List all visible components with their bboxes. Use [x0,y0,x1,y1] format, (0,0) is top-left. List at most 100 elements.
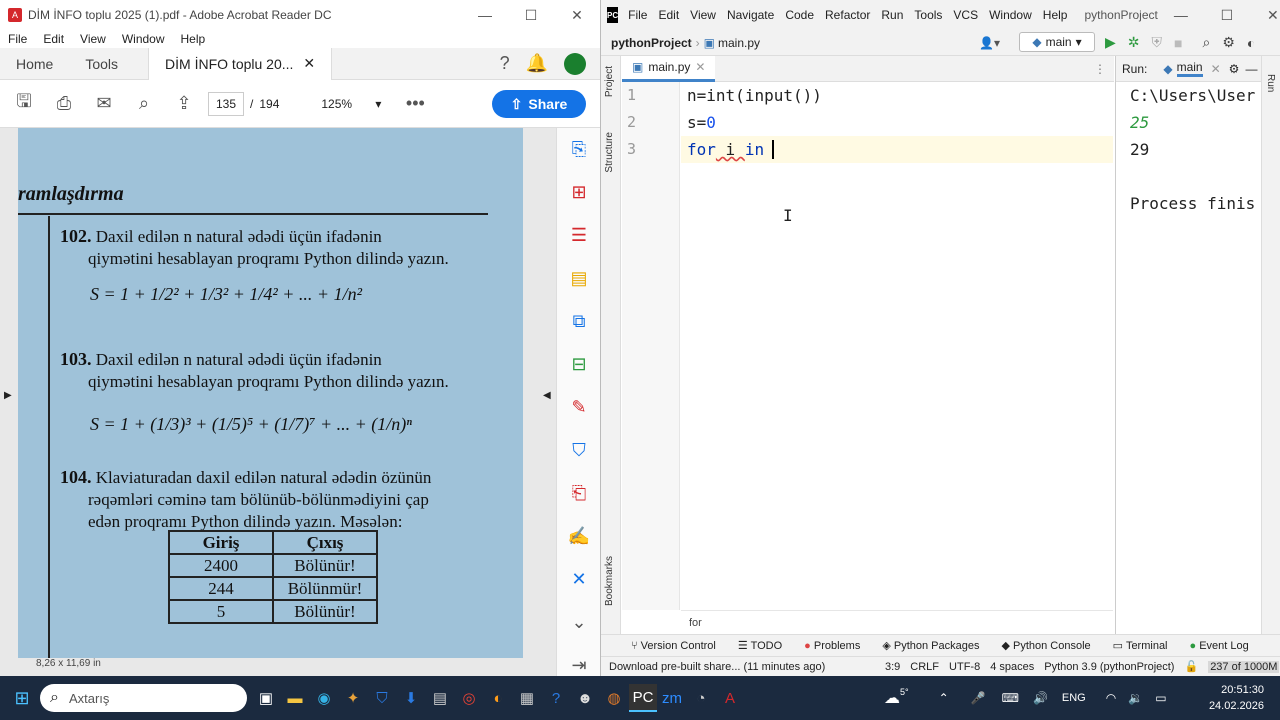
minimize-panel-icon[interactable]: — [1245,62,1257,76]
close-icon[interactable]: ✕ [1211,62,1221,76]
menu-view[interactable]: View [690,8,716,22]
comment-icon[interactable]: ▤ [557,257,601,300]
structure-tool-tab[interactable]: Structure [604,132,615,173]
run-config-select[interactable]: ◆ main ▾ [1019,32,1095,52]
menu-help[interactable]: Help [181,32,206,46]
more-icon[interactable]: ⋮ [1094,62,1106,76]
cursor-position[interactable]: 3:9 [885,661,900,673]
left-collapse-icon[interactable]: ▶ [4,390,12,401]
stop-icon[interactable]: ■ [1174,35,1182,51]
menu-view[interactable]: View [80,32,106,46]
zoom-icon[interactable]: zm [658,684,686,712]
chevron-down-icon[interactable]: ⌄ [557,601,601,644]
compress-icon[interactable]: ⊟ [557,343,601,386]
bookmarks-tool-tab[interactable]: Bookmarks [604,556,615,606]
status-message[interactable]: Download pre-built share... (11 minutes … [609,661,849,673]
windows-start-icon[interactable]: ⊞ [8,684,36,712]
edge-icon[interactable]: ◉ [310,684,338,712]
nav-file[interactable]: main.py [718,36,760,50]
tool-tab-event-log[interactable]: ● Event Log [1190,640,1249,652]
gear-icon[interactable]: ⚙ [1222,34,1235,51]
acrobat-task-icon[interactable]: A [716,684,744,712]
weather-temp[interactable]: 5° [900,687,909,697]
export-pdf-icon[interactable]: ⎘ [557,128,601,171]
firefox-icon[interactable]: ◐ [484,684,512,712]
download-icon[interactable]: ⬇ [397,684,425,712]
organize-pages-icon[interactable]: ☰ [557,214,601,257]
menu-help[interactable]: Help [1043,8,1068,22]
tool-tab-python-console[interactable]: ◆ Python Console [1001,639,1090,652]
page-number-input[interactable]: 135 [208,91,244,116]
menu-file[interactable]: File [628,8,647,22]
pycharm-task-icon[interactable]: PC [629,684,657,712]
create-pdf-icon[interactable]: ⊞ [557,171,601,214]
memory-indicator[interactable]: 237 of 1000M [1208,660,1280,673]
email-icon[interactable]: ✉ [84,93,124,114]
close-icon[interactable]: ✕ [1250,0,1280,30]
fill-sign-icon[interactable]: ✍ [557,515,601,558]
file-encoding[interactable]: UTF-8 [949,661,980,673]
menu-window[interactable]: Window [122,32,165,46]
gear-icon[interactable]: ⚙ [1229,62,1240,76]
close-icon[interactable]: ✕ [554,0,600,30]
obs-icon[interactable]: ◔ [687,684,715,712]
tab-main-py[interactable]: ▣ main.py ✕ [622,55,716,82]
microphone-icon[interactable]: 🎤 [971,691,986,705]
volume-icon[interactable]: 🔊 [1033,691,1048,705]
tool-tab-version-control[interactable]: ⑂ Version Control [631,640,716,652]
menu-code[interactable]: Code [785,8,814,22]
zoom-select[interactable]: 125% ▾ [321,97,381,111]
maximize-icon[interactable]: ☐ [1204,0,1250,30]
indent-setting[interactable]: 4 spaces [990,661,1034,673]
code-editor[interactable]: n=int(input()) s=0 for i in ▲ 3 ⌃ ⌄ I [681,82,1186,610]
coverage-icon[interactable]: ⛨ [1152,34,1163,51]
menu-window[interactable]: Window [989,8,1032,22]
interpreter[interactable]: Python 3.9 (pythonProject) [1044,661,1174,673]
tool-tab-todo[interactable]: ☰ TODO [738,639,782,652]
update-icon[interactable]: ◐ [1247,35,1255,51]
paint-icon[interactable]: ◍ [600,684,628,712]
search-icon[interactable]: ⌕ [1202,34,1210,51]
upload-page-icon[interactable]: ⇪ [164,93,204,114]
user-icon[interactable]: 👤▾ [979,36,1000,50]
battery-icon[interactable]: ▭ [1155,691,1166,705]
keyboard-icon[interactable]: ⌨ [1002,691,1019,705]
menu-edit[interactable]: Edit [43,32,64,46]
avatar[interactable] [564,52,586,75]
task-view-icon[interactable]: ▣ [252,684,280,712]
tab-document[interactable]: DİM İNFO toplu 20... ✕ [148,47,333,80]
breadcrumb-item[interactable]: for [689,617,702,629]
close-icon[interactable]: ✕ [695,60,705,74]
nav-project[interactable]: pythonProject [611,36,692,50]
discord-icon[interactable]: ☻ [571,684,599,712]
edit-pdf-icon[interactable]: ✎ [557,386,601,429]
document-viewport[interactable]: ▶ ramlaşdırma 102. Daxil edilən n natura… [0,128,556,676]
tool-tab-terminal[interactable]: ▭ Terminal [1113,639,1168,652]
menu-navigate[interactable]: Navigate [727,8,774,22]
save-icon[interactable]: 🖫 [4,89,44,119]
protect-icon[interactable]: ⛉ [557,429,601,472]
right-collapse-icon[interactable]: ◀ [543,390,551,401]
chevron-up-icon[interactable]: ⌃ [939,691,949,705]
menu-edit[interactable]: Edit [658,8,679,22]
clock[interactable]: 20:51:30 24.02.2026 [1204,682,1264,714]
help-app-icon[interactable]: ? [542,684,570,712]
tab-close-icon[interactable]: ✕ [303,55,315,72]
chrome-icon[interactable]: ◎ [455,684,483,712]
more-icon[interactable]: ••• [395,93,435,114]
project-tool-tab[interactable]: Project [604,66,615,97]
run-tab[interactable]: main [1176,60,1203,77]
tab-home[interactable]: Home [0,48,69,80]
bell-icon[interactable]: 🔔 [526,53,548,74]
menu-run[interactable]: Run [881,8,903,22]
wifi-icon[interactable]: ◠ [1106,691,1116,705]
speaker-icon[interactable]: 🔉 [1128,691,1143,705]
run-icon[interactable]: ▶ [1105,34,1116,51]
tool-tab-python-packages[interactable]: ◈ Python Packages [882,639,979,652]
combine-icon[interactable]: ⧉ [557,300,601,343]
help-icon[interactable]: ? [500,53,510,74]
menu-tools[interactable]: Tools [914,8,942,22]
line-separator[interactable]: CRLF [910,661,939,673]
acrobat-pdf-icon[interactable]: ⎗ [557,472,601,515]
run-tool-tab[interactable]: Run [1265,74,1276,92]
